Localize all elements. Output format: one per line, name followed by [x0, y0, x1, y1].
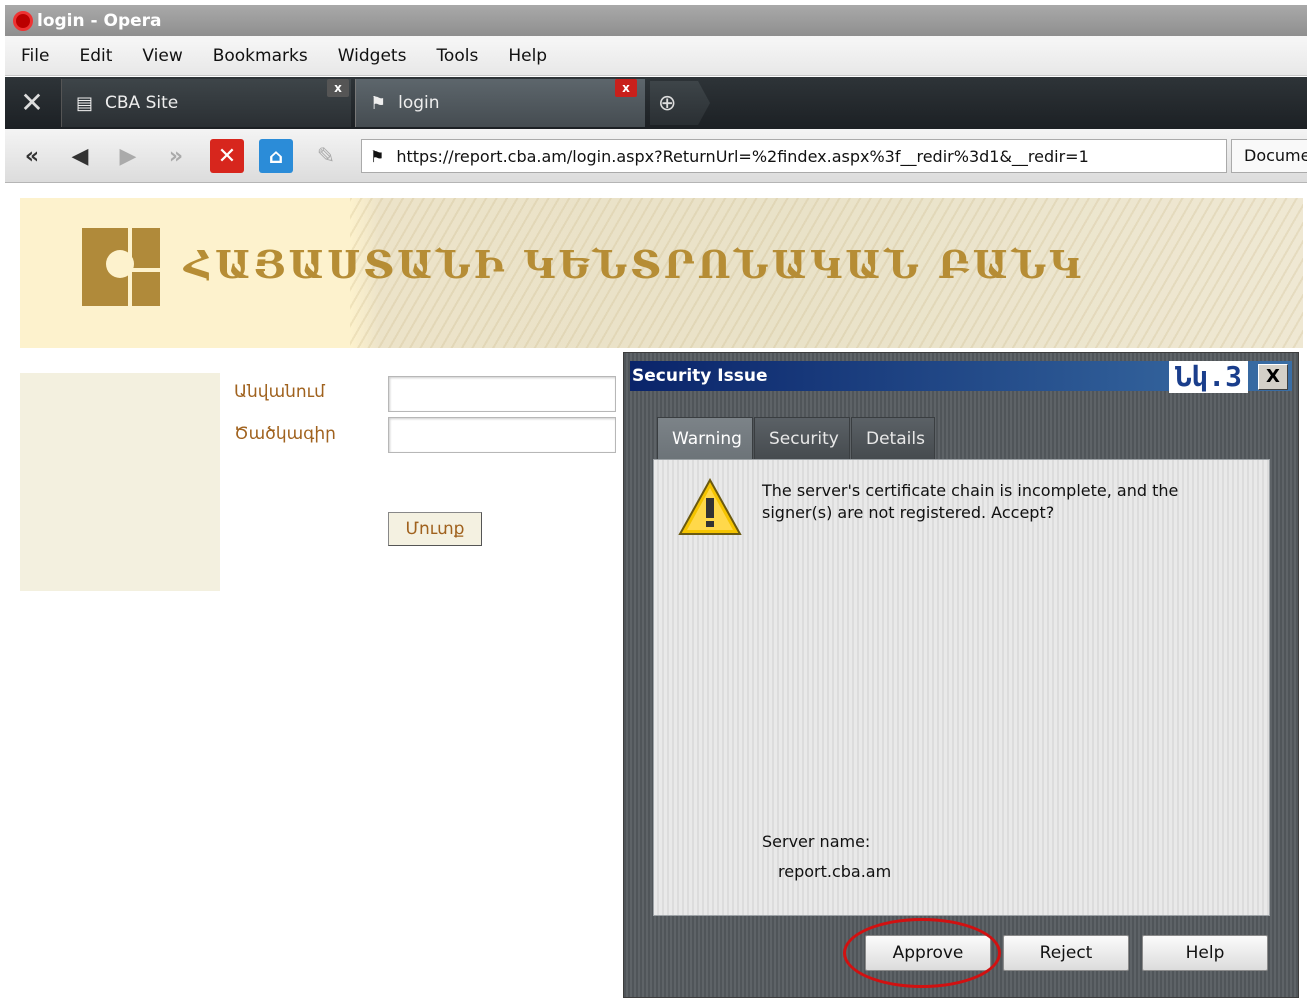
plus-icon: ⊕ — [658, 90, 677, 116]
tab-label: login — [398, 93, 440, 113]
fast-forward-icon[interactable]: » — [159, 139, 193, 173]
new-tab-button[interactable]: ⊕ — [650, 81, 710, 125]
dialog-close-icon[interactable]: X — [1258, 364, 1288, 390]
figure-label: Նկ.3 — [1168, 361, 1248, 393]
address-bar[interactable]: ⚑ https://report.cba.am/login.aspx?Retur… — [361, 139, 1227, 173]
server-name-label: Server name: — [762, 832, 871, 851]
tab-cba-site[interactable]: ▤ CBA Site x — [61, 79, 351, 127]
tab-login[interactable]: ⚑ login x — [355, 79, 645, 127]
tab-label: CBA Site — [105, 93, 179, 113]
reject-button[interactable]: Reject — [1003, 935, 1129, 971]
warning-message: The server's certificate chain is incomp… — [762, 481, 1179, 522]
bank-banner: ՀԱՅԱՍՏԱՆԻ ԿԵՆՏՐՈՆԱԿԱՆ ԲԱՆԿ — [20, 198, 1303, 348]
approve-highlight-circle — [843, 918, 1001, 988]
menu-widgets[interactable]: Widgets — [338, 46, 407, 66]
address-url: https://report.cba.am/login.aspx?ReturnU… — [396, 146, 1089, 166]
home-icon[interactable]: ⌂ — [259, 139, 293, 173]
dialog-titlebar: Security Issue Նկ.3 X — [630, 361, 1292, 393]
side-panel — [20, 373, 220, 591]
navigation-toolbar: « ◀ ▶ » ✕ ⌂ ✎ ⚑ https://report.cba.am/lo… — [5, 129, 1307, 183]
username-input[interactable] — [388, 376, 616, 412]
menu-view[interactable]: View — [142, 46, 182, 66]
search-field[interactable]: Docume — [1231, 139, 1307, 173]
back-icon[interactable]: ◀ — [63, 139, 97, 173]
warning-panel: The server's certificate chain is incomp… — [653, 459, 1270, 916]
login-submit-button[interactable]: Մուտք — [388, 512, 482, 546]
menu-edit[interactable]: Edit — [79, 46, 112, 66]
security-badge-icon: ⚑ — [370, 92, 387, 114]
menu-bookmarks[interactable]: Bookmarks — [213, 46, 308, 66]
cba-logo-icon — [82, 228, 160, 306]
tab-warning[interactable]: Warning — [657, 417, 753, 461]
password-label: Ծածկագիր — [234, 424, 336, 444]
menu-tools[interactable]: Tools — [436, 46, 478, 66]
window-titlebar: login - Opera — [5, 5, 1307, 36]
tools-menu-icon[interactable]: ✕ — [13, 85, 51, 121]
edit-pencil-icon[interactable]: ✎ — [309, 139, 343, 173]
username-label: Անվանում — [234, 382, 325, 402]
password-input[interactable] — [388, 417, 616, 453]
security-issue-dialog: Security Issue Նկ.3 X Warning Security D… — [623, 352, 1299, 998]
menu-help[interactable]: Help — [508, 46, 547, 66]
rewind-icon[interactable]: « — [15, 139, 49, 173]
bank-name: ՀԱՅԱՍՏԱՆԻ ԿԵՆՏՐՈՆԱԿԱՆ ԲԱՆԿ — [184, 242, 1085, 287]
window-title: login - Opera — [37, 10, 162, 31]
forward-icon[interactable]: ▶ — [111, 139, 145, 173]
tab-security[interactable]: Security — [754, 417, 850, 461]
server-name-value: report.cba.am — [778, 862, 892, 881]
tab-close-icon[interactable]: x — [615, 79, 637, 97]
stop-icon[interactable]: ✕ — [210, 139, 244, 173]
security-badge-icon: ⚑ — [370, 146, 385, 166]
document-icon: ▤ — [76, 92, 94, 114]
help-button[interactable]: Help — [1142, 935, 1268, 971]
tab-close-icon[interactable]: x — [327, 79, 349, 97]
opera-logo-icon — [13, 10, 33, 31]
menu-file[interactable]: File — [21, 46, 49, 66]
dialog-title: Security Issue — [632, 366, 768, 386]
warning-icon — [678, 478, 742, 535]
tab-details[interactable]: Details — [851, 417, 935, 461]
tab-bar: ✕ ▤ CBA Site x ⚑ login x ⊕ — [5, 77, 1307, 129]
menu-bar: File Edit View Bookmarks Widgets Tools H… — [5, 36, 1307, 76]
